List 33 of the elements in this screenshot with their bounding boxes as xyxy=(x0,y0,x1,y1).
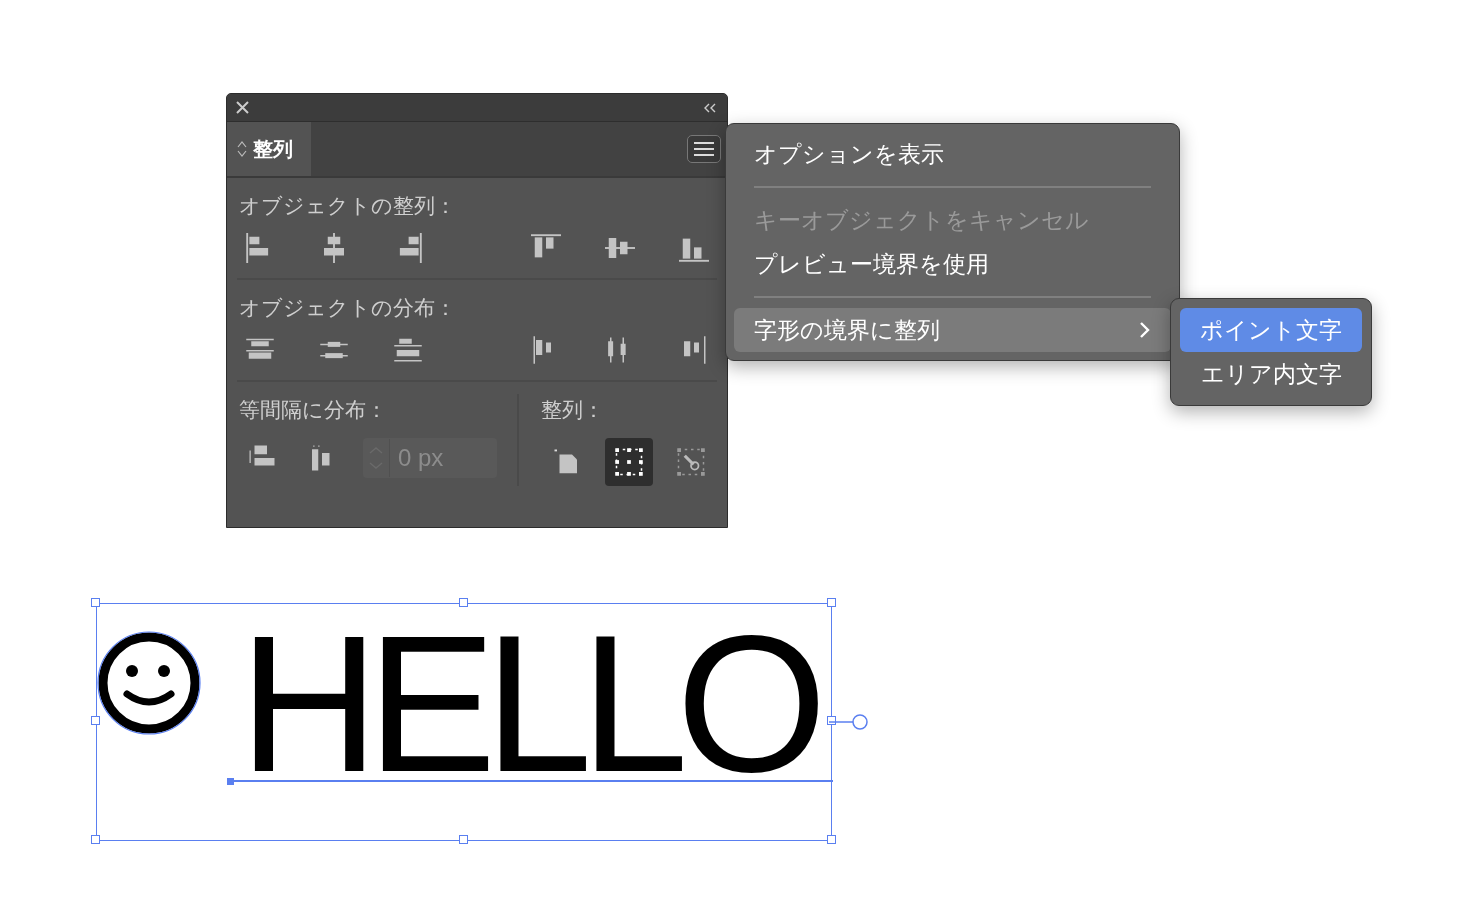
close-icon[interactable] xyxy=(236,101,249,114)
selection-handle[interactable] xyxy=(459,598,468,607)
menu-item[interactable]: オプションを表示 xyxy=(734,132,1171,176)
selection-box[interactable]: HELLO xyxy=(96,603,832,841)
selection-bounds-icon xyxy=(615,448,643,476)
baseline-handle[interactable] xyxy=(227,778,234,785)
selection-handle[interactable] xyxy=(827,716,836,725)
key-object-icon xyxy=(554,449,577,474)
section-label: 整列： xyxy=(540,397,605,423)
align-to-button[interactable] xyxy=(605,438,653,486)
section-label: オブジェクトの整列： xyxy=(238,193,457,219)
menu-icon xyxy=(693,141,715,157)
menu-item[interactable]: プレビュー境界を使用 xyxy=(734,242,1171,286)
collapse-icon[interactable] xyxy=(703,102,717,113)
artboard-icon xyxy=(677,448,705,476)
section-label: オブジェクトの分布： xyxy=(238,295,457,321)
text-port-handle[interactable] xyxy=(829,713,869,731)
menu-item[interactable]: エリア内文字 xyxy=(1180,352,1362,396)
selection-handle[interactable] xyxy=(827,598,836,607)
selection-handle[interactable] xyxy=(91,716,100,725)
section-label: 等間隔に分布： xyxy=(238,397,388,423)
chevron-right-icon xyxy=(1139,321,1151,339)
up-down-chevron-icon xyxy=(237,140,247,158)
panel-menu-button[interactable] xyxy=(687,135,721,163)
selection-handle[interactable] xyxy=(91,598,100,607)
selection-handle[interactable] xyxy=(91,835,100,844)
smiley-icon xyxy=(97,631,201,735)
panel-tab[interactable]: 整列 xyxy=(227,122,311,176)
menu-item[interactable]: ポイント文字 xyxy=(1180,308,1362,352)
hello-text: HELLO xyxy=(239,626,816,782)
menu-item[interactable]: 字形の境界に整列 xyxy=(734,308,1171,352)
selection-handle[interactable] xyxy=(459,835,468,844)
selection-handle[interactable] xyxy=(827,835,836,844)
